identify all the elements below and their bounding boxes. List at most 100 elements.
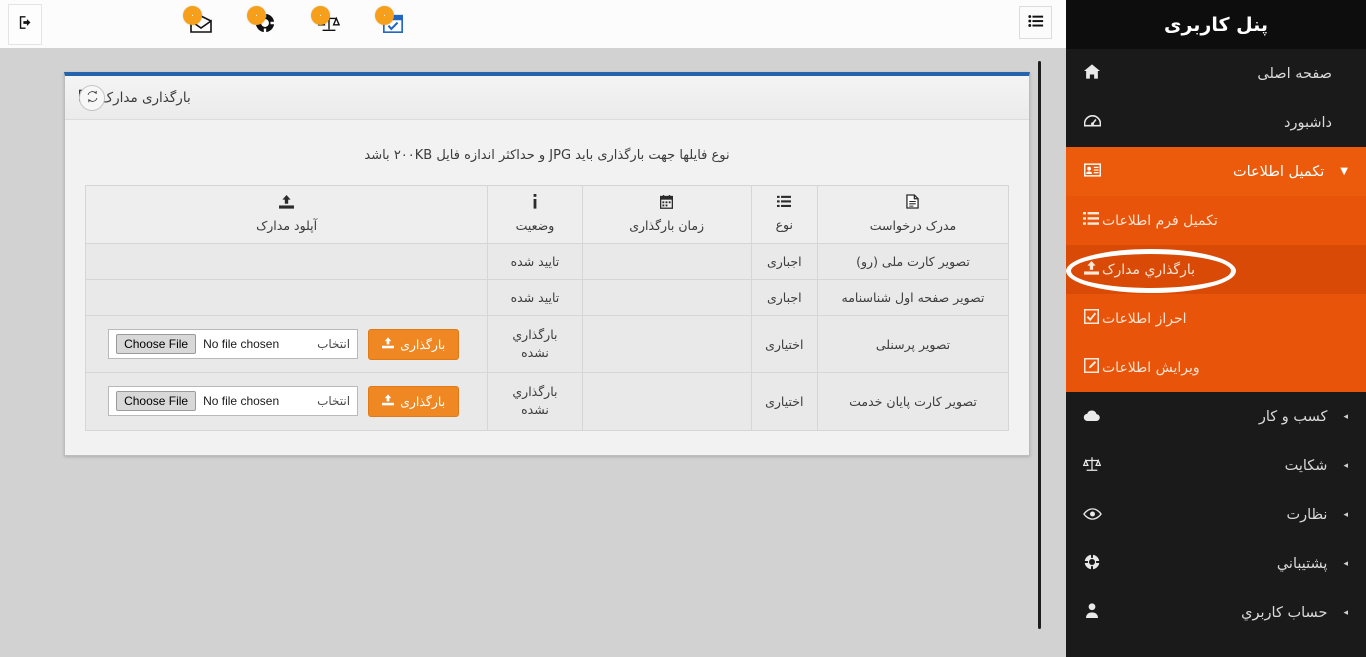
sidebar-item-supervision[interactable]: ◂ نظارت <box>1066 490 1366 539</box>
list-menu-icon <box>1028 14 1044 32</box>
notification-support[interactable]: ۰ <box>244 4 286 44</box>
cell-status: تایید شده <box>488 280 583 316</box>
notification-complaints[interactable]: ۰ <box>308 4 350 44</box>
cell-document: تصویر کارت ملی (رو) <box>817 244 1008 280</box>
sidebar-item-verify-info[interactable]: احراز اطلاعات <box>1066 294 1366 343</box>
upload-icon <box>1080 261 1102 279</box>
cell-document: تصویر صفحه اول شناسنامه <box>817 280 1008 316</box>
col-upload: آپلود مدارک <box>86 186 488 244</box>
sidebar-item-label: شکایت <box>1104 458 1327 474</box>
sidebar: پنل کاربری صفحه اصلی داشبورد ▼ <box>1066 0 1366 657</box>
logout-button[interactable] <box>8 4 42 45</box>
sidebar-item-user-account[interactable]: ◂ حساب کاربري <box>1066 588 1366 637</box>
table-row: تصویر کارت ملی (رو) اجباری تایید شده <box>86 244 1009 280</box>
chevron-left-icon: ◂ <box>1343 510 1348 520</box>
cell-time <box>582 316 751 373</box>
upload-icon <box>92 195 481 213</box>
cell-upload: بارگذاری <box>86 373 488 430</box>
list-icon <box>1080 212 1102 229</box>
cell-upload: بارگذاری <box>86 316 488 373</box>
upload-icon <box>382 394 394 409</box>
choose-file-button[interactable]: Choose File <box>116 334 196 354</box>
col-upload-label: آپلود مدارک <box>256 218 317 233</box>
sidebar-item-label: پشتیباني <box>1104 556 1327 572</box>
sidebar-item-label: احراز اطلاعات <box>1102 311 1187 327</box>
file-input[interactable]: Choose File No file chosen انتخاب <box>108 329 358 359</box>
badge-count: ۰ <box>183 6 202 25</box>
sidebar-item-label: بارگذاري مدارک <box>1102 262 1195 278</box>
table-row: تصویر صفحه اول شناسنامه اجباری تایید شده <box>86 280 1009 316</box>
chevron-down-icon: ▼ <box>1340 166 1348 177</box>
sidebar-item-label: ویرایش اطلاعات <box>1102 360 1200 376</box>
table-body: تصویر کارت ملی (رو) اجباری تایید شده تصو… <box>86 244 1009 431</box>
sidebar-item-label: داشبورد <box>1104 115 1332 131</box>
file-select-label: انتخاب <box>317 337 350 351</box>
cell-time <box>582 280 751 316</box>
col-status: وضعیت <box>488 186 583 244</box>
edit-icon <box>1080 358 1102 377</box>
upload-control: بارگذاری <box>96 329 477 360</box>
sidebar-item-edit-info[interactable]: ویرایش اطلاعات <box>1066 343 1366 392</box>
sidebar-item-label: تکمیل فرم اطلاعات <box>1102 213 1218 229</box>
notification-calendar[interactable]: ۰ <box>372 4 414 44</box>
badge-count: ۰ <box>311 6 330 25</box>
panel-header: بارگذاری مدارک <box>65 76 1029 120</box>
cell-type: اجباری <box>751 280 817 316</box>
upload-button[interactable]: بارگذاری <box>368 386 459 417</box>
sidebar-item-label: تکمیل اطلاعات <box>1104 164 1324 180</box>
col-type: نوع <box>751 186 817 244</box>
app-root: ۰ ۰ ۰ <box>0 0 1366 657</box>
cell-upload <box>86 280 488 316</box>
upload-button-label: بارگذاری <box>400 394 445 409</box>
file-status-text: No file chosen <box>203 394 279 408</box>
table-row: تصویر کارت پایان خدمت اختیاری بارگذاري ن… <box>86 373 1009 430</box>
sidebar-item-label: نظارت <box>1104 507 1327 523</box>
user-icon <box>1080 603 1104 622</box>
sidebar-item-upload-documents[interactable]: بارگذاري مدارک <box>1066 245 1366 294</box>
upload-control: بارگذاری <box>96 386 477 417</box>
page-title: بارگذاری مدارک <box>101 90 191 106</box>
panel-body: نوع فایلها جهت بارگذاری باید JPG و حداکث… <box>65 120 1029 455</box>
sidebar-item-label: کسب و کار <box>1104 409 1327 425</box>
logout-icon <box>17 14 34 36</box>
document-icon <box>824 194 1002 213</box>
upload-button[interactable]: بارگذاری <box>368 329 459 360</box>
sidebar-item-complaint[interactable]: ◂ شکایت <box>1066 441 1366 490</box>
notification-messages[interactable]: ۰ <box>180 4 222 44</box>
badge-count: ۰ <box>247 6 266 25</box>
cell-document: تصویر کارت پایان خدمت <box>817 373 1008 430</box>
sidebar-item-home[interactable]: صفحه اصلی <box>1066 49 1366 98</box>
menu-toggle-button[interactable] <box>1019 6 1052 39</box>
chevron-left-icon: ◂ <box>1343 608 1348 618</box>
sidebar-item-business[interactable]: ◂ کسب و کار <box>1066 392 1366 441</box>
eye-icon <box>1080 506 1104 524</box>
cell-time <box>582 373 751 430</box>
cell-type: اختیاری <box>751 316 817 373</box>
refresh-button[interactable] <box>79 85 105 111</box>
id-card-icon <box>1080 163 1104 181</box>
chevron-left-icon: ◂ <box>1343 559 1348 569</box>
col-time-label: زمان بارگذاری <box>629 218 704 233</box>
cell-status: بارگذاري نشده <box>488 373 583 430</box>
col-type-label: نوع <box>776 217 793 232</box>
sidebar-item-complete-info[interactable]: ▼ تکمیل اطلاعات <box>1066 147 1366 196</box>
top-bar: ۰ ۰ ۰ <box>0 0 1066 49</box>
cell-upload <box>86 244 488 280</box>
table-row: تصویر پرسنلی اختیاری بارگذاري نشده بارگذ… <box>86 316 1009 373</box>
cell-status: تایید شده <box>488 244 583 280</box>
info-icon <box>494 194 576 213</box>
col-document-label: مدرک درخواست <box>870 218 956 233</box>
file-input[interactable]: Choose File No file chosen انتخاب <box>108 386 358 416</box>
documents-panel: بارگذاری مدارک <box>64 72 1030 456</box>
chevron-left-icon: ◂ <box>1343 461 1348 471</box>
sidebar-item-label: حساب کاربري <box>1104 605 1327 621</box>
calendar-icon <box>589 195 745 213</box>
sidebar-item-support[interactable]: ◂ پشتیباني <box>1066 539 1366 588</box>
cell-type: اجباری <box>751 244 817 280</box>
choose-file-button[interactable]: Choose File <box>116 391 196 411</box>
check-square-icon <box>1080 309 1102 328</box>
sidebar-item-complete-form[interactable]: تکمیل فرم اطلاعات <box>1066 196 1366 245</box>
file-select-label: انتخاب <box>317 394 350 408</box>
lifebuoy-icon <box>1080 554 1104 574</box>
sidebar-item-dashboard[interactable]: داشبورد <box>1066 98 1366 147</box>
